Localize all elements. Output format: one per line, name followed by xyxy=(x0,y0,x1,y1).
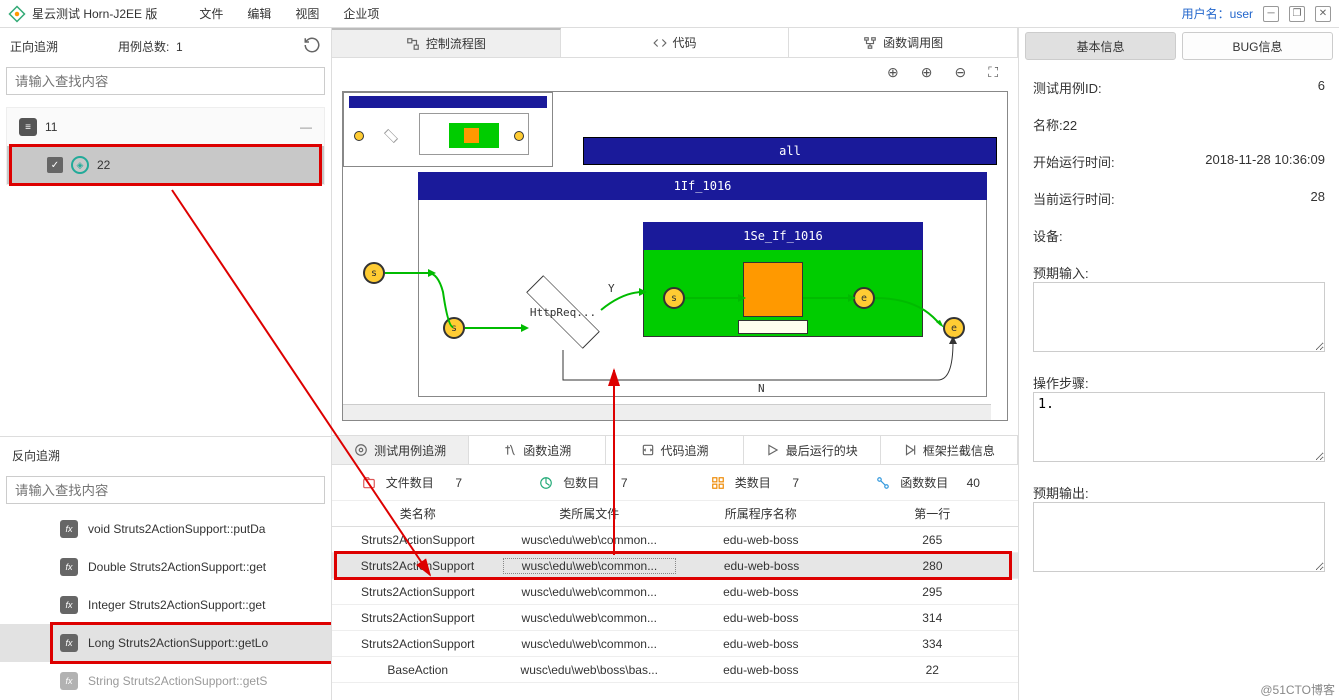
stat-files: 文件数目7 xyxy=(332,474,504,491)
tab-control-flow[interactable]: 控制流程图 xyxy=(332,28,561,57)
name-label: 名称:22 xyxy=(1033,115,1077,134)
fullscreen-icon[interactable]: ⛶ xyxy=(988,64,998,81)
user-label: 用户名：user xyxy=(1182,5,1253,22)
class-table: 类名称 类所属文件 所属程序名称 第一行 Struts2ActionSuppor… xyxy=(332,501,1018,683)
center-panel: 控制流程图 代码 函数调用图 ⊕ ⊕ ⊖ ⛶ all 1If_1016 1Se_… xyxy=(332,28,1019,700)
tab-basic-info[interactable]: 基本信息 xyxy=(1025,32,1176,60)
ltab-trace[interactable]: 测试用例追溯 xyxy=(332,436,469,464)
maximize-icon[interactable]: ❐ xyxy=(1289,6,1305,22)
end-se-node: e xyxy=(853,287,875,309)
target-icon: ◈ xyxy=(71,156,89,174)
list-item[interactable]: fxString Struts2ActionSupport::getS xyxy=(0,662,331,700)
close-icon[interactable]: ✕ xyxy=(1315,6,1331,22)
list-item-selected[interactable]: fxLong Struts2ActionSupport::getLo xyxy=(0,624,331,662)
right-panel: 基本信息 BUG信息 测试用例ID: 6 名称:22 开始运行时间: 2018-11… xyxy=(1019,28,1339,700)
start-time-label: 开始运行时间: xyxy=(1033,152,1115,171)
table-row[interactable]: Struts2ActionSupportwusc\edu\web\common.… xyxy=(332,605,1018,631)
collapse-icon[interactable]: — xyxy=(300,120,312,134)
case-count: 用例总数: 1 xyxy=(118,38,183,55)
zoom-out-icon[interactable]: ⊖ xyxy=(954,64,966,81)
watermark: @51CTO博客 xyxy=(1260,681,1335,698)
case-tree: ≡ 11 — ✓ ◈ 22 xyxy=(6,107,325,185)
checkbox-checked-icon[interactable]: ✓ xyxy=(47,157,63,173)
horizontal-scrollbar[interactable] xyxy=(343,404,991,420)
diagram-thumbnail[interactable] xyxy=(343,92,553,167)
backward-search-input[interactable] xyxy=(6,476,325,504)
table-row[interactable]: Struts2ActionSupportwusc\edu\web\common.… xyxy=(332,579,1018,605)
function-icon: fx xyxy=(60,596,78,614)
function-icon: fx xyxy=(60,520,78,538)
function-icon: fx xyxy=(60,634,78,652)
table-row-selected[interactable]: Struts2ActionSupportwusc\edu\web\common.… xyxy=(332,553,1018,579)
stat-pkgs: 包数目7 xyxy=(504,474,676,491)
table-header: 类名称 类所属文件 所属程序名称 第一行 xyxy=(332,501,1018,527)
table-row[interactable]: Struts2ActionSupportwusc\edu\web\common.… xyxy=(332,631,1018,657)
stat-classes: 类数目7 xyxy=(675,474,847,491)
menubar: 星云测试 Horn-J2EE 版 文件 编辑 视图 企业项 用户名：user ─… xyxy=(0,0,1339,28)
test-id-value: 6 xyxy=(1318,78,1325,93)
menu-edit[interactable]: 编辑 xyxy=(247,5,271,22)
decision-node: HttpReq... xyxy=(523,292,603,332)
block-action xyxy=(743,262,803,317)
expect-input-textarea[interactable] xyxy=(1033,282,1325,352)
flow-diagram[interactable]: all 1If_1016 1Se_If_1016 HttpReq... s s … xyxy=(342,91,1008,421)
block-sub xyxy=(738,320,808,334)
expect-output-textarea[interactable] xyxy=(1033,502,1325,572)
ltab-last[interactable]: 最后运行的块 xyxy=(744,436,881,464)
menu-file[interactable]: 文件 xyxy=(199,5,223,22)
forward-trace-label: 正向追溯 xyxy=(10,38,58,55)
ltab-code[interactable]: 代码追溯 xyxy=(606,436,743,464)
expect-input-label: 预期输入: xyxy=(1033,263,1325,282)
steps-textarea[interactable] xyxy=(1033,392,1325,462)
runtime-value: 28 xyxy=(1311,189,1325,204)
start-time-value: 2018-11-28 10:36:09 xyxy=(1205,152,1325,167)
block-all: all xyxy=(583,137,997,165)
start-inner-node: s xyxy=(443,317,465,339)
list-item[interactable]: fxDouble Struts2ActionSupport::get xyxy=(0,548,331,586)
stat-funcs: 函数数目40 xyxy=(847,474,1019,491)
tree-parent-row[interactable]: ≡ 11 — xyxy=(7,108,324,146)
minimize-icon[interactable]: ─ xyxy=(1263,6,1279,22)
menu-view[interactable]: 视图 xyxy=(295,5,319,22)
function-list[interactable]: fxvoid Struts2ActionSupport::putDa fxDou… xyxy=(0,510,331,700)
expect-output-label: 预期输出: xyxy=(1033,483,1325,502)
runtime-label: 当前运行时间: xyxy=(1033,189,1115,208)
forward-search-input[interactable] xyxy=(6,67,325,95)
list-item[interactable]: fxvoid Struts2ActionSupport::putDa xyxy=(0,510,331,548)
test-id-label: 测试用例ID: xyxy=(1033,78,1102,97)
list-icon: ≡ xyxy=(19,118,37,136)
ltab-frame[interactable]: 框架拦截信息 xyxy=(881,436,1018,464)
block-if: 1If_1016 xyxy=(418,172,987,200)
tab-code[interactable]: 代码 xyxy=(561,28,790,57)
device-label: 设备: xyxy=(1033,226,1063,245)
parent-label: 11 xyxy=(45,120,57,134)
start-node: s xyxy=(363,262,385,284)
left-panel: 正向追溯 用例总数: 1 ≡ 11 — ✓ ◈ 22 反向追溯 fxvoid S… xyxy=(0,28,332,700)
block-se: 1Se_If_1016 xyxy=(643,222,923,250)
start-se-node: s xyxy=(663,287,685,309)
steps-label: 操作步骤: xyxy=(1033,373,1325,392)
tab-callgraph[interactable]: 函数调用图 xyxy=(789,28,1018,57)
table-row[interactable]: BaseActionwusc\edu\web\boss\bas...edu-we… xyxy=(332,657,1018,683)
backward-trace-label: 反向追溯 xyxy=(0,437,331,474)
end-node: e xyxy=(943,317,965,339)
zoom-reset-icon[interactable]: ⊕ xyxy=(887,64,899,81)
table-row[interactable]: Struts2ActionSupportwusc\edu\web\common.… xyxy=(332,527,1018,553)
ltab-fn[interactable]: 函数追溯 xyxy=(469,436,606,464)
child-label: 22 xyxy=(97,158,110,172)
app-logo-icon xyxy=(8,5,26,23)
function-icon: fx xyxy=(60,558,78,576)
menu-enterprise[interactable]: 企业项 xyxy=(343,5,379,22)
tree-child-row[interactable]: ✓ ◈ 22 xyxy=(7,146,324,184)
refresh-icon[interactable] xyxy=(303,36,321,57)
list-item[interactable]: fxInteger Struts2ActionSupport::get xyxy=(0,586,331,624)
app-title: 星云测试 Horn-J2EE 版 xyxy=(32,5,157,22)
tab-bug-info[interactable]: BUG信息 xyxy=(1182,32,1333,60)
function-icon: fx xyxy=(60,672,78,690)
diagram-toolbar: ⊕ ⊕ ⊖ ⛶ xyxy=(332,58,1018,87)
zoom-in-icon[interactable]: ⊕ xyxy=(921,64,933,81)
